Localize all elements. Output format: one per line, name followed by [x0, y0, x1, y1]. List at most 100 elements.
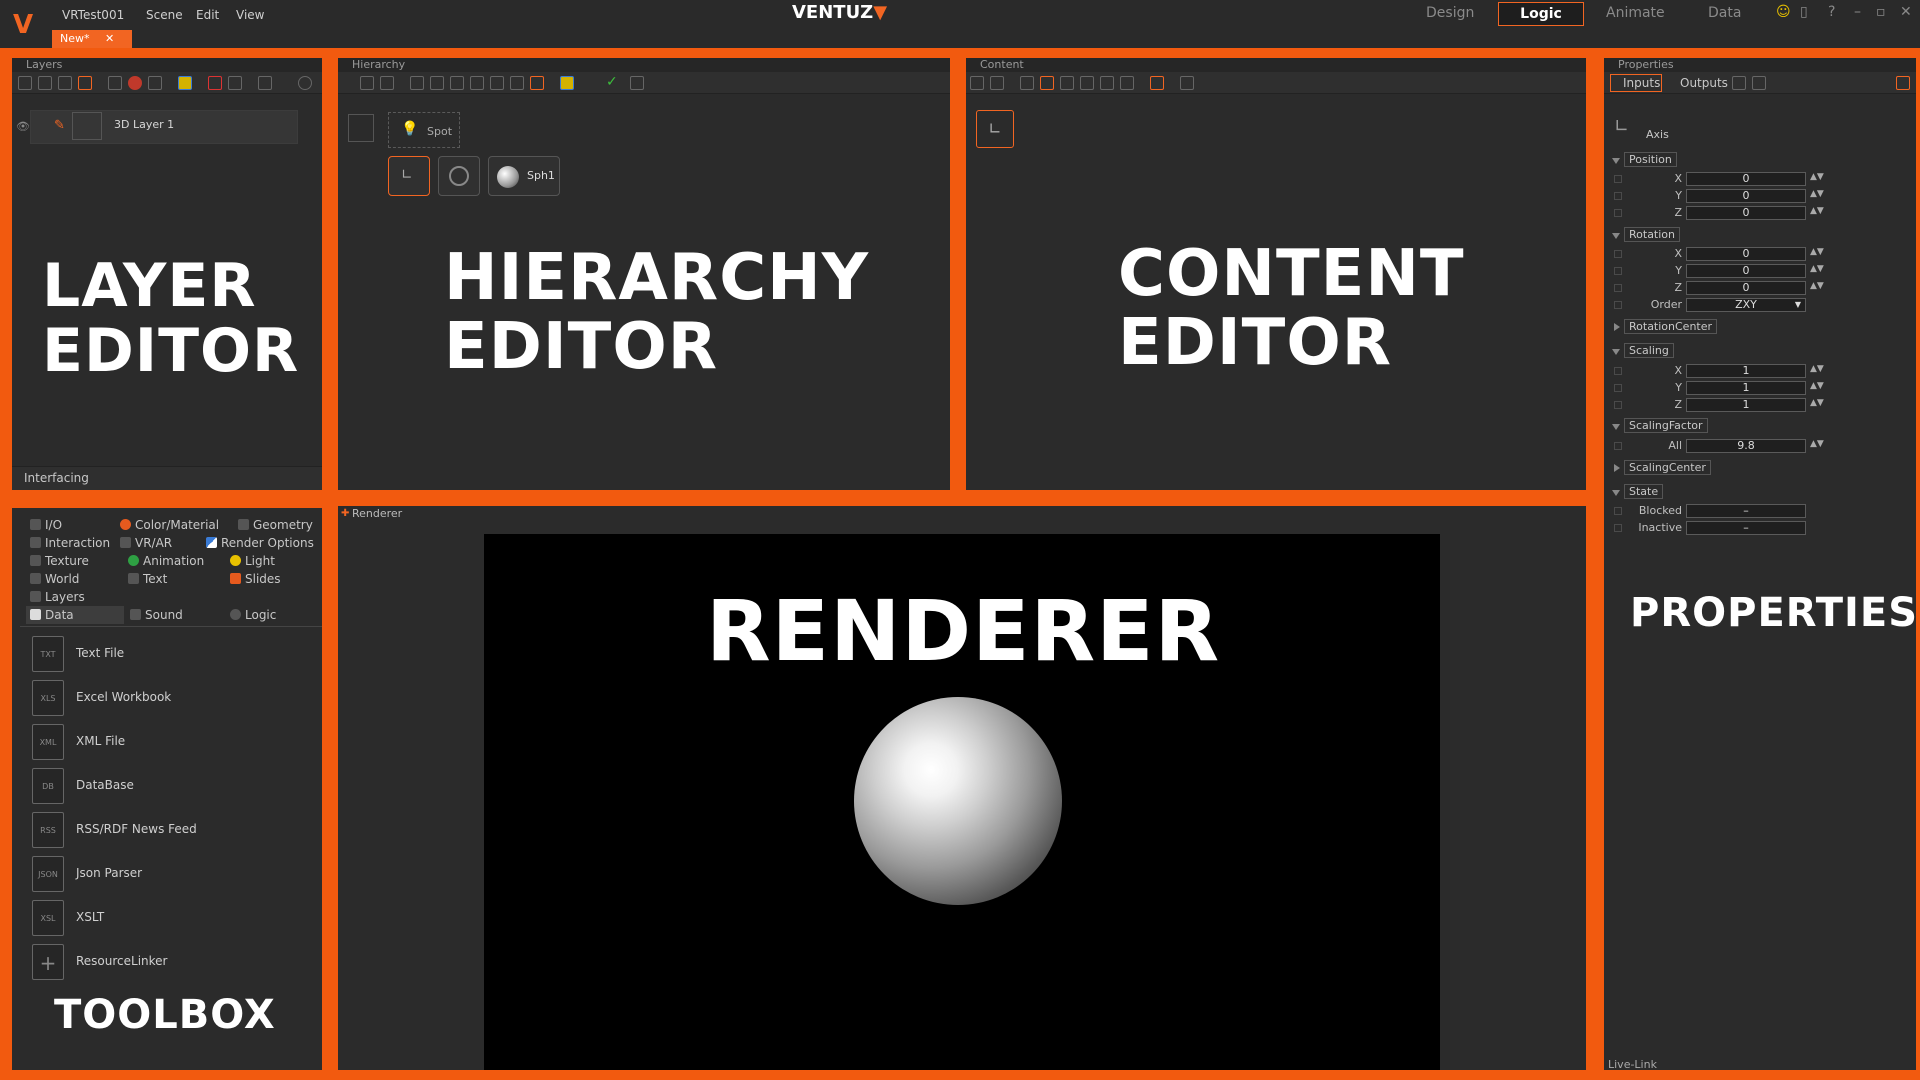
comment-active-icon[interactable]: [1150, 76, 1164, 90]
group-icon[interactable]: [430, 76, 444, 90]
duplicate-icon[interactable]: [38, 76, 52, 90]
toolbox-cat-vr-ar[interactable]: VR/AR: [120, 536, 172, 550]
align-icon[interactable]: [410, 76, 424, 90]
blocked-checkbox[interactable]: [1614, 507, 1622, 515]
bookmark-icon[interactable]: [258, 76, 272, 90]
tab-outputs[interactable]: Outputs: [1668, 76, 1728, 90]
position-expand-icon[interactable]: [1612, 158, 1620, 164]
check-icon[interactable]: ✓: [606, 74, 618, 90]
scaling-all-field[interactable]: 9.8: [1686, 439, 1806, 453]
lock-icon[interactable]: [490, 76, 504, 90]
rotation-center-expand-icon[interactable]: [1614, 323, 1620, 331]
spin-icon[interactable]: ▲▼: [1810, 382, 1824, 395]
spin-icon[interactable]: ▲▼: [1810, 365, 1824, 378]
tool-resource-linker[interactable]: + ResourceLinker: [32, 942, 312, 982]
move-up-icon[interactable]: [360, 76, 374, 90]
state-group[interactable]: State: [1624, 484, 1664, 499]
close-window-icon[interactable]: ✕: [1900, 4, 1912, 20]
toolbox-cat-sound[interactable]: Sound: [130, 608, 183, 622]
sphere-node[interactable]: Sph1: [488, 156, 560, 196]
spin-icon[interactable]: ▲▼: [1810, 173, 1824, 186]
down-icon[interactable]: [990, 76, 1004, 90]
comment-icon[interactable]: [510, 76, 524, 90]
state-expand-icon[interactable]: [1612, 490, 1620, 496]
axis-node[interactable]: ∟: [388, 156, 430, 196]
live-icon[interactable]: [1896, 76, 1910, 90]
rotation-x-field[interactable]: 0: [1686, 247, 1806, 261]
spin-icon[interactable]: ▲▼: [1810, 282, 1824, 295]
people-icon[interactable]: [1100, 76, 1114, 90]
rotation-order-checkbox[interactable]: [1614, 301, 1622, 309]
edit-icon[interactable]: [78, 76, 92, 90]
visibility-eye-icon[interactable]: 👁: [16, 120, 30, 133]
live-icon[interactable]: [298, 76, 312, 90]
up-icon[interactable]: [970, 76, 984, 90]
mode-logic[interactable]: Logic: [1498, 2, 1584, 26]
smiley-icon[interactable]: ☺: [1776, 4, 1791, 20]
rotation-y-field[interactable]: 0: [1686, 264, 1806, 278]
tool-xslt[interactable]: XSL XSLT: [32, 898, 312, 938]
view-icon[interactable]: [1040, 76, 1054, 90]
grid-icon[interactable]: [1060, 76, 1074, 90]
color-icon[interactable]: [178, 76, 192, 90]
menu-scene[interactable]: Scene: [146, 8, 183, 22]
toolbox-cat-text[interactable]: Text: [128, 572, 167, 586]
toolbox-cat-render-options[interactable]: Render Options: [206, 536, 314, 550]
mode-data[interactable]: Data: [1708, 5, 1741, 21]
scaling-y-checkbox[interactable]: [1614, 384, 1622, 392]
scaling-z-field[interactable]: 1: [1686, 398, 1806, 412]
interfacing-label[interactable]: Interfacing: [24, 471, 89, 485]
scaling-center-group[interactable]: ScalingCenter: [1624, 460, 1711, 475]
comment-icon[interactable]: [1120, 76, 1134, 90]
scaling-group[interactable]: Scaling: [1624, 343, 1674, 358]
app-logo-icon[interactable]: V: [8, 10, 38, 40]
list-icon[interactable]: [1752, 76, 1766, 90]
position-z-field[interactable]: 0: [1686, 206, 1806, 220]
scaling-z-checkbox[interactable]: [1614, 401, 1622, 409]
toolbox-cat-interaction[interactable]: Interaction: [30, 536, 110, 550]
close-icon[interactable]: ✕: [105, 32, 114, 45]
ungroup-icon[interactable]: [450, 76, 464, 90]
live-link-footer[interactable]: Live-Link: [1604, 1060, 1916, 1070]
rotation-z-checkbox[interactable]: [1614, 284, 1622, 292]
spin-icon[interactable]: ▲▼: [1810, 265, 1824, 278]
toolbox-cat-texture[interactable]: Texture: [30, 554, 89, 568]
rotation-expand-icon[interactable]: [1612, 233, 1620, 239]
color-icon[interactable]: [560, 76, 574, 90]
rotation-group[interactable]: Rotation: [1624, 227, 1681, 242]
document-tab[interactable]: New* ✕: [52, 30, 132, 48]
spin-icon[interactable]: ▲▼: [1810, 190, 1824, 203]
tool-json-parser[interactable]: JSON Json Parser: [32, 854, 312, 894]
toolbox-cat-world[interactable]: World: [30, 572, 79, 586]
help-icon[interactable]: ?: [1828, 4, 1835, 20]
rotation-center-group[interactable]: RotationCenter: [1624, 319, 1718, 334]
scaling-x-field[interactable]: 1: [1686, 364, 1806, 378]
lock-icon[interactable]: [1080, 76, 1094, 90]
tool-rss-feed[interactable]: RSS RSS/RDF News Feed: [32, 810, 312, 850]
record-icon[interactable]: [128, 76, 142, 90]
position-group[interactable]: Position: [1624, 152, 1677, 167]
delete-icon[interactable]: [58, 76, 72, 90]
inactive-field[interactable]: –: [1686, 521, 1806, 535]
spot-node[interactable]: 💡 Spot: [388, 112, 460, 148]
rotation-z-field[interactable]: 0: [1686, 281, 1806, 295]
comment-active-icon[interactable]: [530, 76, 544, 90]
pen-icon[interactable]: [148, 76, 162, 90]
scaling-all-checkbox[interactable]: [1614, 442, 1622, 450]
bookmark-icon[interactable]: [630, 76, 644, 90]
tab-inputs[interactable]: Inputs: [1610, 74, 1662, 92]
toolbox-cat-slides[interactable]: Slides: [230, 572, 281, 586]
tool-excel-workbook[interactable]: XLS Excel Workbook: [32, 678, 312, 718]
spin-icon[interactable]: ▲▼: [1810, 248, 1824, 261]
position-x-checkbox[interactable]: [1614, 175, 1622, 183]
scaling-y-field[interactable]: 1: [1686, 381, 1806, 395]
menu-view[interactable]: View: [236, 8, 264, 22]
scaling-x-checkbox[interactable]: [1614, 367, 1622, 375]
toolbox-cat-animation[interactable]: Animation: [128, 554, 204, 568]
scaling-factor-expand-icon[interactable]: [1612, 424, 1620, 430]
position-y-checkbox[interactable]: [1614, 192, 1622, 200]
toolbox-cat-geometry[interactable]: Geometry: [238, 518, 313, 532]
tool-database[interactable]: DB DataBase: [32, 766, 312, 806]
new-layer-icon[interactable]: [18, 76, 32, 90]
mode-design[interactable]: Design: [1426, 5, 1474, 21]
